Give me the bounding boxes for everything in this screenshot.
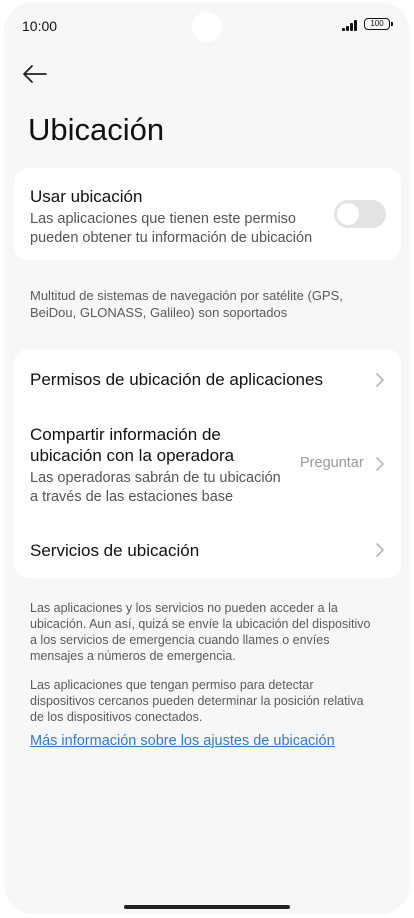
use-location-card[interactable]: Usar ubicación Las aplicaciones que tien… — [14, 168, 401, 260]
carrier-location-subtitle: Las operadoras sabrán de tu ubicación a … — [30, 469, 281, 507]
chevron-right-icon — [376, 457, 384, 471]
chevron-right-icon — [376, 543, 384, 557]
battery-level: 100 — [370, 19, 384, 28]
location-services-row[interactable]: Servicios de ubicación — [14, 521, 401, 578]
carrier-location-value: Preguntar — [300, 455, 364, 471]
emergency-note: Las aplicaciones y los servicios no pued… — [30, 601, 371, 663]
carrier-title-line1: Compartir información de — [30, 425, 221, 444]
battery-icon: 100 — [364, 18, 393, 30]
carrier-location-row[interactable]: Compartir información de ubicación con l… — [14, 415, 401, 515]
location-settings-card: Permisos de ubicación de aplicaciones Co… — [14, 349, 401, 578]
location-services-label: Servicios de ubicación — [30, 541, 200, 560]
status-time: 10:00 — [22, 18, 58, 34]
arrow-left-icon — [23, 65, 47, 83]
phone-screen: 10:00 100 Ubicación Usar ubicación Las a… — [4, 2, 410, 914]
app-permissions-label: Permisos de ubicación de aplicaciones — [30, 370, 323, 389]
signal-icon — [342, 19, 362, 31]
carrier-sub-line1: Las operadoras sabrán de tu ubicación — [30, 470, 281, 486]
use-location-subtitle-line2: pueden obtener tu información de ubicaci… — [30, 230, 313, 246]
use-location-toggle[interactable] — [334, 200, 386, 228]
page-title: Ubicación — [28, 112, 165, 147]
gnss-note: Multitud de sistemas de navegación por s… — [30, 288, 343, 320]
use-location-subtitle-line1: Las aplicaciones que tienen este permiso — [30, 211, 296, 227]
toggle-knob — [337, 203, 359, 225]
home-indicator[interactable] — [124, 905, 290, 909]
chevron-right-icon — [376, 373, 384, 387]
nearby-devices-note: Las aplicaciones que tengan permiso para… — [30, 678, 364, 724]
more-info-link[interactable]: Más información sobre los ajustes de ubi… — [30, 733, 335, 749]
back-button[interactable] — [22, 58, 58, 90]
status-bar: 10:00 100 — [4, 2, 410, 48]
carrier-sub-line2: a través de las estaciones base — [30, 489, 234, 505]
carrier-location-title: Compartir información de ubicación con l… — [30, 424, 234, 466]
carrier-title-line2: ubicación con la operadora — [30, 446, 235, 465]
front-camera — [192, 12, 222, 42]
use-location-title: Usar ubicación — [30, 187, 143, 206]
app-permissions-row[interactable]: Permisos de ubicación de aplicaciones — [14, 349, 401, 409]
use-location-subtitle: Las aplicaciones que tienen este permiso… — [30, 210, 330, 248]
